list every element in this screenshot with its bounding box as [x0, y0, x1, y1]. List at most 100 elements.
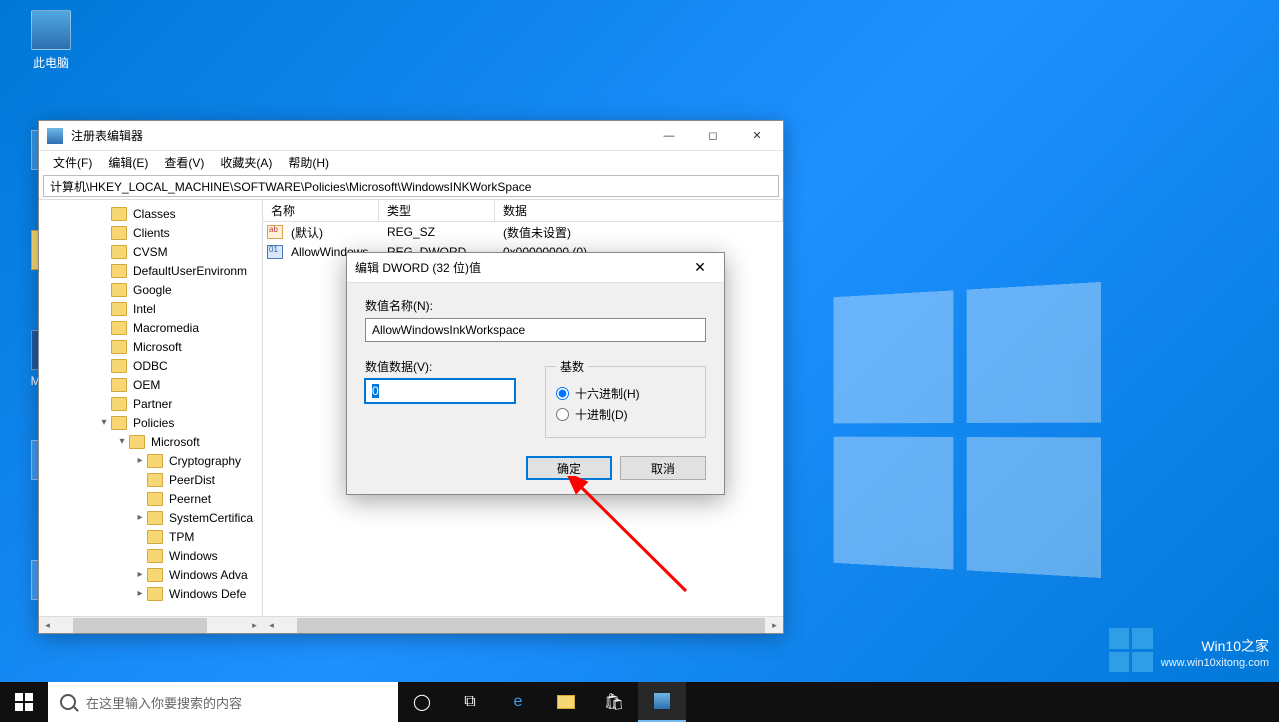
- tree-item[interactable]: Classes: [39, 204, 262, 223]
- tree-item[interactable]: ▸ SystemCertifica: [39, 508, 262, 527]
- col-data[interactable]: 数据: [495, 200, 783, 222]
- folder-icon: [111, 340, 127, 354]
- taskview-button[interactable]: ⧉: [446, 682, 494, 722]
- radio-hex-input[interactable]: [556, 387, 569, 400]
- tree-item[interactable]: DefaultUserEnvironm: [39, 261, 262, 280]
- tree-item[interactable]: Clients: [39, 223, 262, 242]
- folder-icon: [111, 264, 127, 278]
- expand-icon[interactable]: ▸: [133, 512, 147, 523]
- regedit-taskbar[interactable]: [638, 682, 686, 722]
- dialog-close-button[interactable]: ✕: [684, 255, 716, 281]
- radio-hex[interactable]: 十六进制(H): [556, 385, 695, 402]
- expand-icon[interactable]: ▾: [97, 417, 111, 428]
- tree-label: Microsoft: [131, 339, 184, 355]
- radio-dec[interactable]: 十进制(D): [556, 406, 695, 423]
- tree-item[interactable]: Macromedia: [39, 318, 262, 337]
- expand-icon[interactable]: ▸: [133, 455, 147, 466]
- folder-icon: [129, 435, 145, 449]
- maximize-button[interactable]: ◻: [691, 122, 735, 150]
- tree-item[interactable]: ▸Windows Defe: [39, 584, 262, 603]
- explorer-taskbar[interactable]: [542, 682, 590, 722]
- edge-taskbar[interactable]: e: [494, 682, 542, 722]
- tree-label: Google: [131, 282, 174, 298]
- address-path: 计算机\HKEY_LOCAL_MACHINE\SOFTWARE\Policies…: [50, 178, 531, 195]
- folder-icon: [147, 587, 163, 601]
- col-type[interactable]: 类型: [379, 200, 495, 222]
- value-type: REG_SZ: [383, 224, 499, 240]
- tree-item[interactable]: Windows: [39, 546, 262, 565]
- tree-item[interactable]: CVSM: [39, 242, 262, 261]
- menu-view[interactable]: 查看(V): [156, 152, 212, 173]
- folder-icon: [111, 359, 127, 373]
- search-placeholder: 在这里输入你要搜索的内容: [86, 693, 242, 712]
- dialog-titlebar[interactable]: 编辑 DWORD (32 位)值 ✕: [347, 253, 724, 283]
- menu-favorites[interactable]: 收藏夹(A): [212, 152, 280, 173]
- menu-edit[interactable]: 编辑(E): [100, 152, 156, 173]
- desktop-icon-this-pc[interactable]: 此电脑: [16, 10, 86, 71]
- ok-button[interactable]: 确定: [526, 456, 612, 480]
- tree-label: Microsoft: [149, 434, 202, 450]
- folder-icon: [147, 549, 163, 563]
- value-type-icon: [267, 245, 283, 259]
- tree-label: Policies: [131, 415, 176, 431]
- address-bar[interactable]: 计算机\HKEY_LOCAL_MACHINE\SOFTWARE\Policies…: [43, 175, 779, 197]
- store-taskbar[interactable]: 🛍: [590, 682, 638, 722]
- folder-icon: [111, 321, 127, 335]
- tree-item[interactable]: OEM: [39, 375, 262, 394]
- expand-icon[interactable]: ▸: [133, 588, 147, 599]
- cortana-button[interactable]: ◯: [398, 682, 446, 722]
- radio-dec-input[interactable]: [556, 408, 569, 421]
- windows-logo-wallpaper: [834, 282, 1101, 578]
- folder-icon: [111, 397, 127, 411]
- tree-label: DefaultUserEnvironm: [131, 263, 249, 279]
- folder-icon: [147, 530, 163, 544]
- window-title: 注册表编辑器: [71, 127, 647, 144]
- close-button[interactable]: ✕: [735, 122, 779, 150]
- menu-help[interactable]: 帮助(H): [280, 152, 337, 173]
- value-name-label: 数值名称(N):: [365, 297, 706, 314]
- folder-icon: [111, 416, 127, 430]
- tree-item[interactable]: PeerDist: [39, 470, 262, 489]
- cancel-button[interactable]: 取消: [620, 456, 706, 480]
- col-name[interactable]: 名称: [263, 200, 379, 222]
- start-button[interactable]: [0, 682, 48, 722]
- tree-item[interactable]: ▾ Policies: [39, 413, 262, 432]
- folder-icon: [147, 511, 163, 525]
- taskbar-search[interactable]: 在这里输入你要搜索的内容: [48, 682, 398, 722]
- tree-item[interactable]: Intel: [39, 299, 262, 318]
- tree-item[interactable]: Peernet: [39, 489, 262, 508]
- tree-item[interactable]: ▸Cryptography: [39, 451, 262, 470]
- dialog-title: 编辑 DWORD (32 位)值: [355, 259, 684, 276]
- value-data-label: 数值数据(V):: [365, 358, 515, 375]
- tree-item[interactable]: TPM: [39, 527, 262, 546]
- tree-item[interactable]: ▸Windows Adva: [39, 565, 262, 584]
- value-data-input[interactable]: [365, 379, 515, 403]
- windows-icon: [15, 693, 33, 711]
- tree-item[interactable]: Microsoft: [39, 337, 262, 356]
- taskbar: 在这里输入你要搜索的内容 ◯ ⧉ e 🛍: [0, 682, 1279, 722]
- tree-scrollbar[interactable]: ◂▸: [39, 616, 263, 633]
- tree-item[interactable]: Google: [39, 280, 262, 299]
- folder-icon: [147, 473, 163, 487]
- value-row[interactable]: (默认)REG_SZ(数值未设置): [263, 222, 783, 242]
- tree-panel[interactable]: ClassesClientsCVSM DefaultUserEnvironm Goo…: [39, 200, 263, 616]
- expand-icon[interactable]: ▾: [115, 436, 129, 447]
- tree-item[interactable]: Partner: [39, 394, 262, 413]
- value-name-input[interactable]: [365, 318, 706, 342]
- desktop-icon-label: 此电脑: [16, 54, 86, 71]
- values-scrollbar[interactable]: ◂▸: [263, 616, 783, 633]
- titlebar[interactable]: 注册表编辑器 — ◻ ✕: [39, 121, 783, 151]
- folder-icon: [147, 454, 163, 468]
- base-legend: 基数: [556, 358, 588, 375]
- watermark-logo-icon: [1109, 628, 1153, 672]
- value-data: (数值未设置): [499, 223, 783, 242]
- menu-file[interactable]: 文件(F): [45, 152, 100, 173]
- tree-label: Macromedia: [131, 320, 201, 336]
- expand-icon[interactable]: ▸: [133, 569, 147, 580]
- tree-item[interactable]: ODBC: [39, 356, 262, 375]
- tree-item[interactable]: ▾ Microsoft: [39, 432, 262, 451]
- tree-label: SystemCertifica: [167, 510, 255, 526]
- minimize-button[interactable]: —: [647, 122, 691, 150]
- folder-icon: [147, 568, 163, 582]
- value-name: (默认): [287, 223, 383, 242]
